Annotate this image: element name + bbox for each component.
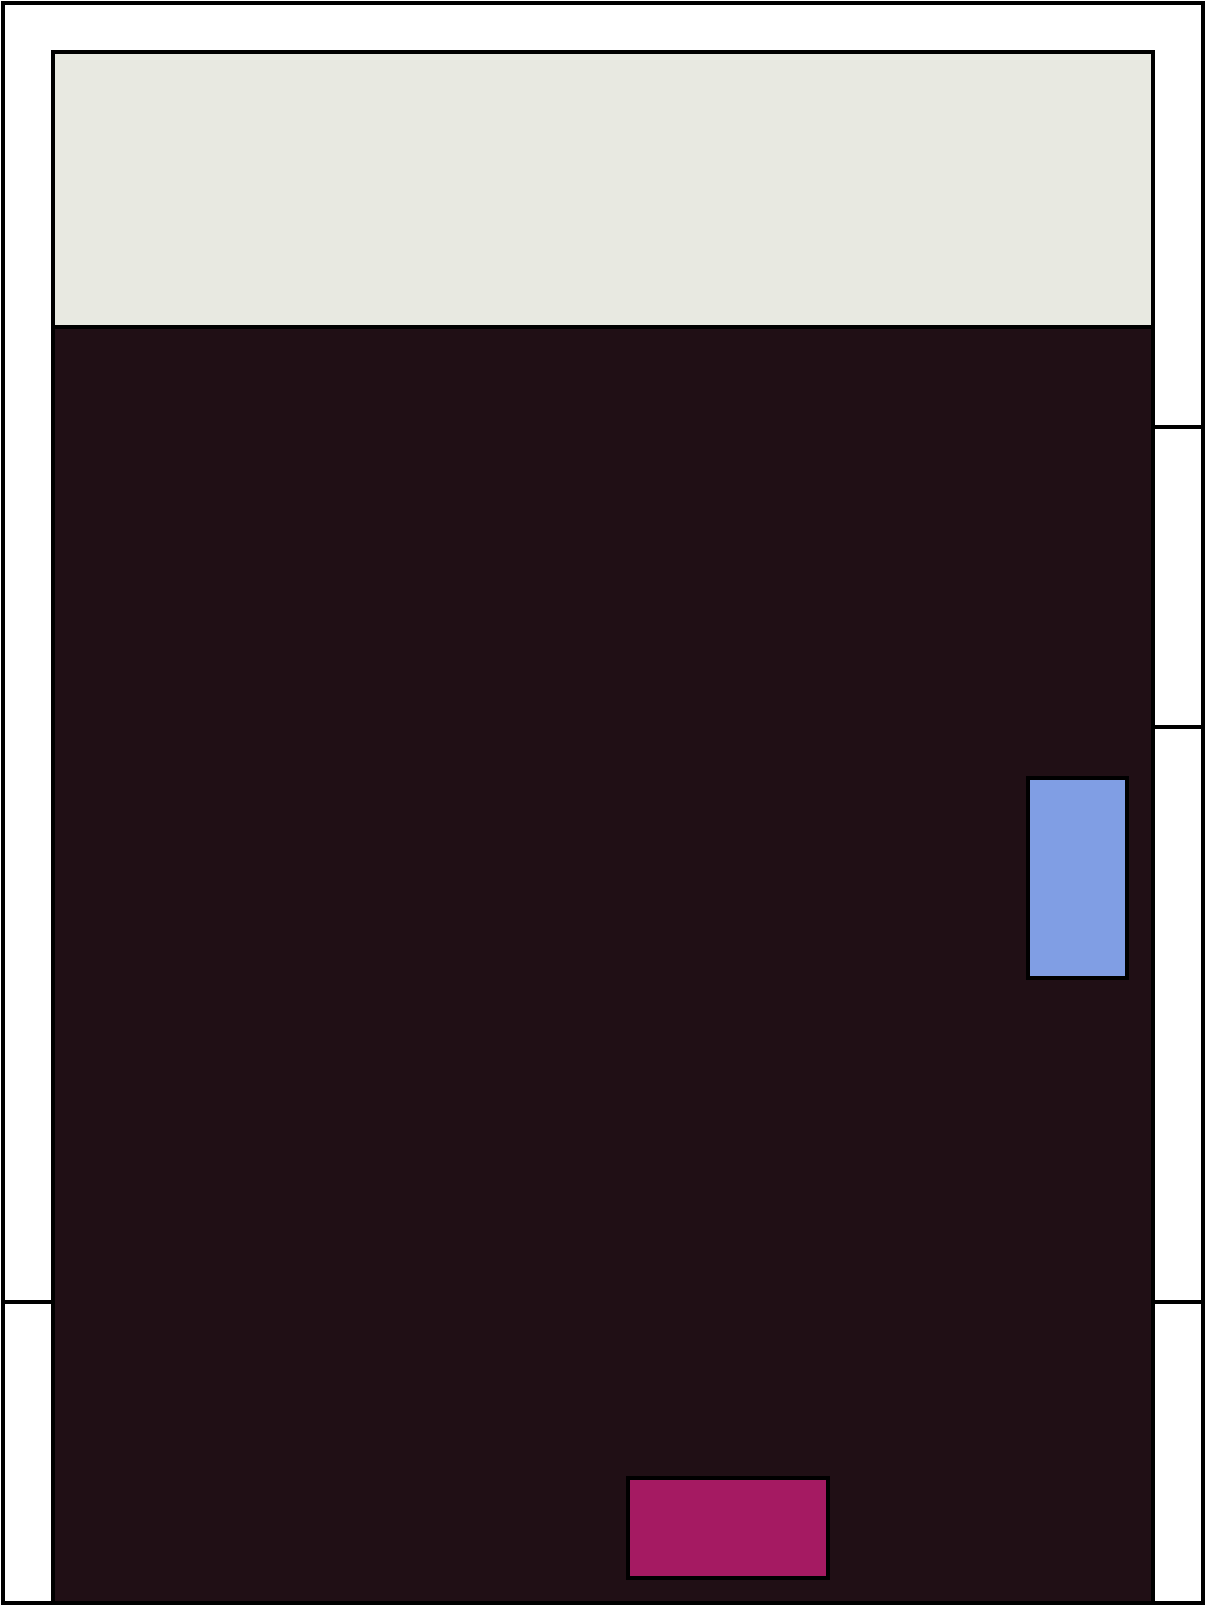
blue-block — [1026, 776, 1129, 980]
main-panel — [51, 325, 1155, 1605]
header-panel — [51, 50, 1155, 329]
magenta-block — [626, 1476, 830, 1580]
layout-diagram — [1, 1, 1205, 1605]
